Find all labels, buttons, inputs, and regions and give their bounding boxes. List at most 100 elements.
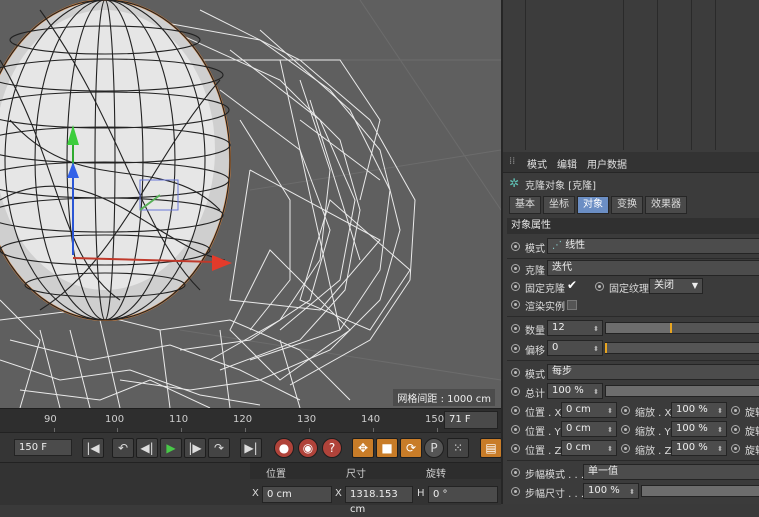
x-axis-label: X [252,488,259,499]
3d-viewport[interactable]: 网格间距 : 1000 cm [0,0,501,408]
scale-y-label: 缩放 . Y [635,427,671,438]
mode2-anim-dot[interactable] [511,368,520,377]
go-to-end-icon[interactable]: ▶| [240,438,262,458]
tab-coord[interactable]: 坐标 [543,196,575,214]
spinner-icon: ⬍ [607,445,613,453]
mode-dropdown[interactable]: ⋰ 线性 [547,238,759,254]
pos-y-anim-dot[interactable] [511,425,520,434]
scale-z-label: 缩放 . Z [635,446,672,457]
fix-texture-anim-dot[interactable] [595,282,604,291]
key-position-icon[interactable]: ✥ [352,438,374,458]
step-size-row: 步幅尺寸 . . . 100 % ⬍ [503,483,759,501]
tab-basic[interactable]: 基本 [509,196,541,214]
transport-bar: 150 F |◀ ↶ ◀| ▶ |▶ ↷ ▶| ● ◉ ? ✥ ■ ⟳ P ⁙ … [0,432,502,463]
scale-z-anim-dot[interactable] [621,444,630,453]
scale-z-field[interactable]: 100 % ⬍ [671,440,727,456]
count-anim-dot[interactable] [511,324,520,333]
key-scale-icon[interactable]: ■ [376,438,398,458]
object-title-row: ✲ 克隆对象 [克隆] [503,173,759,193]
pos-y-label: 位置 . Y [525,427,561,438]
next-key-icon[interactable]: ↷ [208,438,230,458]
position-header: 位置 [266,469,286,480]
tab-transform[interactable]: 变换 [611,196,643,214]
x-position-field[interactable]: 0 cm [262,486,332,503]
mode-label: 模式 [525,244,545,255]
step-size-slider[interactable] [641,485,759,497]
offset-anim-dot[interactable] [511,344,520,353]
key-pla-icon[interactable]: ⁙ [447,438,469,458]
step-mode-select-row: 步幅模式 . . . 单一值 [503,464,759,482]
h-rotation-field[interactable]: 0 ° [428,486,498,503]
render-instances-checkbox[interactable] [567,300,577,310]
scale-y-anim-dot[interactable] [621,425,630,434]
x-size-field[interactable]: 1318.153 cm [345,486,413,515]
fix-texture-dropdown[interactable]: 关闭 ▼ [649,278,703,294]
play-icon[interactable]: ▶ [160,438,182,458]
current-frame-field[interactable]: 71 F [444,411,498,429]
keyframe-selection-icon[interactable]: ? [322,438,342,458]
offset-slider-handle[interactable] [605,343,607,353]
tab-effectors[interactable]: 效果器 [645,196,687,214]
film-icon[interactable]: ▤ [480,438,502,458]
ruler-label: 100 [105,414,125,425]
pos-z-anim-dot[interactable] [511,444,520,453]
end-frame-field[interactable]: 150 F [14,439,72,456]
spinner-icon: ⬍ [607,426,613,434]
count-slider[interactable] [605,322,759,334]
render-instances-anim-dot[interactable] [511,300,520,309]
pos-z-field[interactable]: 0 cm ⬍ [561,440,617,456]
pos-x-field[interactable]: 0 cm ⬍ [561,402,617,418]
ruler-label: 150 [425,414,445,425]
step-mode-anim-dot[interactable] [511,468,520,477]
prev-key-icon[interactable]: ↶ [112,438,134,458]
tab-object[interactable]: 对象 [577,196,609,214]
pos-y-row: 位置 . Y 0 cm ⬍ 缩放 . Y 100 % ⬍ 旋转 [503,421,759,439]
rot-b-anim-dot[interactable] [731,444,740,453]
go-to-start-icon[interactable]: |◀ [82,438,104,458]
menu-user-data[interactable]: 用户数据 [587,156,627,171]
pos-x-anim-dot[interactable] [511,406,520,415]
spinner-icon: ⬍ [717,407,723,415]
fix-clone-checkbox[interactable]: ✔ [567,278,577,292]
total-anim-dot[interactable] [511,387,520,396]
menu-mode[interactable]: 模式 [527,156,547,171]
key-parameter-icon[interactable]: P [424,438,444,458]
record-key-icon[interactable]: ● [274,438,294,458]
viewport-scene [0,0,501,408]
clone-dropdown[interactable]: 迭代 [547,260,759,276]
step-size-field[interactable]: 100 % ⬍ [583,483,639,499]
offset-field[interactable]: 0 ⬍ [547,340,603,356]
total-field[interactable]: 100 % ⬍ [547,383,603,399]
total-slider[interactable] [605,385,759,397]
autokey-icon[interactable]: ◉ [298,438,318,458]
rot-label: 旋转 [745,427,759,438]
step-mode-dropdown[interactable]: 单一值 [583,464,759,480]
scale-y-field[interactable]: 100 % ⬍ [671,421,727,437]
mode-anim-dot[interactable] [511,242,520,251]
timeline-ruler[interactable]: 90 100 110 120 130 140 150 71 F [0,408,501,433]
count-slider-handle[interactable] [669,323,672,333]
key-rotation-icon[interactable]: ⟳ [400,438,422,458]
ruler-label: 90 [44,414,57,425]
rot-p-anim-dot[interactable] [731,425,740,434]
step-mode-label: 步幅模式 . . . [525,470,585,481]
pos-y-field[interactable]: 0 cm ⬍ [561,421,617,437]
scale-x-field[interactable]: 100 % ⬍ [671,402,727,418]
rot-h-anim-dot[interactable] [731,406,740,415]
menu-edit[interactable]: 编辑 [557,156,577,171]
count-field[interactable]: 12 ⬍ [547,320,603,336]
ruler-label: 120 [233,414,253,425]
fix-clone-anim-dot[interactable] [511,282,520,291]
step-forward-icon[interactable]: |▶ [184,438,206,458]
offset-slider[interactable] [605,342,759,354]
step-back-icon[interactable]: ◀| [136,438,158,458]
clone-anim-dot[interactable] [511,264,520,273]
grid-spacing-readout: 网格间距 : 1000 cm [393,389,495,406]
scale-x-anim-dot[interactable] [621,406,630,415]
rot-label: 旋转 [745,446,759,457]
grip-icon: ⁞⁞ [509,156,516,167]
step-size-anim-dot[interactable] [511,487,520,496]
mode2-dropdown[interactable]: 每步 [547,364,759,380]
size-header: 尺寸 [346,469,366,480]
object-manager-panel[interactable] [501,0,759,152]
